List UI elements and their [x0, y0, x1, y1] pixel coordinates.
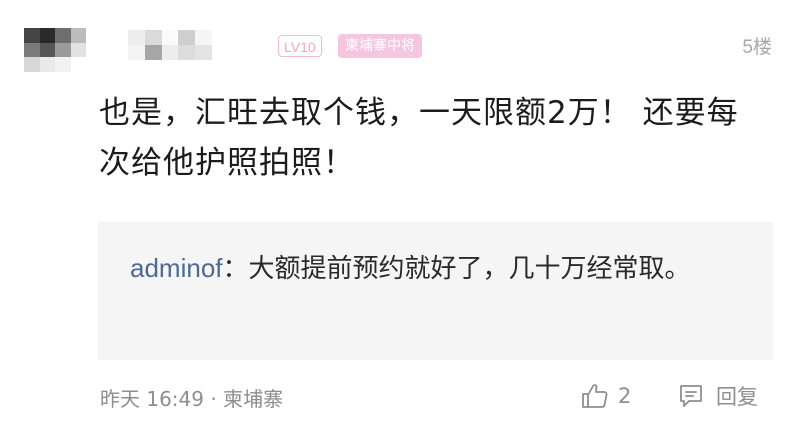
comment-location: 柬埔寨: [223, 387, 284, 411]
quoted-reply-separator: ：: [222, 254, 249, 284]
title-badge: 柬埔寨中将: [338, 34, 422, 58]
thumbs-up-icon: [580, 381, 610, 411]
floor-number: 5楼: [742, 37, 772, 58]
reply-label: 回复: [716, 385, 758, 409]
reply-button[interactable]: 回复: [676, 380, 758, 412]
comment-content: 也是，汇旺去取个钱，一天限额2万！ 还要每次给他护照拍照！: [99, 95, 739, 181]
quoted-reply-body: 大额提前预约就好了，几十万经常取。: [248, 254, 691, 284]
quoted-reply-text: adminof：大额提前预约就好了，几十万经常取。: [130, 244, 750, 293]
quoted-reply-author[interactable]: adminof: [130, 253, 223, 283]
comment-icon: [676, 381, 706, 411]
quoted-reply[interactable]: adminof：大额提前预约就好了，几十万经常取。: [98, 222, 773, 360]
username-blurred[interactable]: [128, 30, 212, 60]
avatar[interactable]: [24, 28, 86, 72]
level-badge: LV10: [278, 35, 322, 57]
meta-separator: ·: [204, 387, 224, 411]
comment-meta: 昨天 16:49 · 柬埔寨: [100, 383, 283, 412]
like-count: 2: [618, 384, 632, 408]
like-button[interactable]: 2: [580, 380, 631, 412]
comment-time: 昨天 16:49: [100, 387, 204, 411]
